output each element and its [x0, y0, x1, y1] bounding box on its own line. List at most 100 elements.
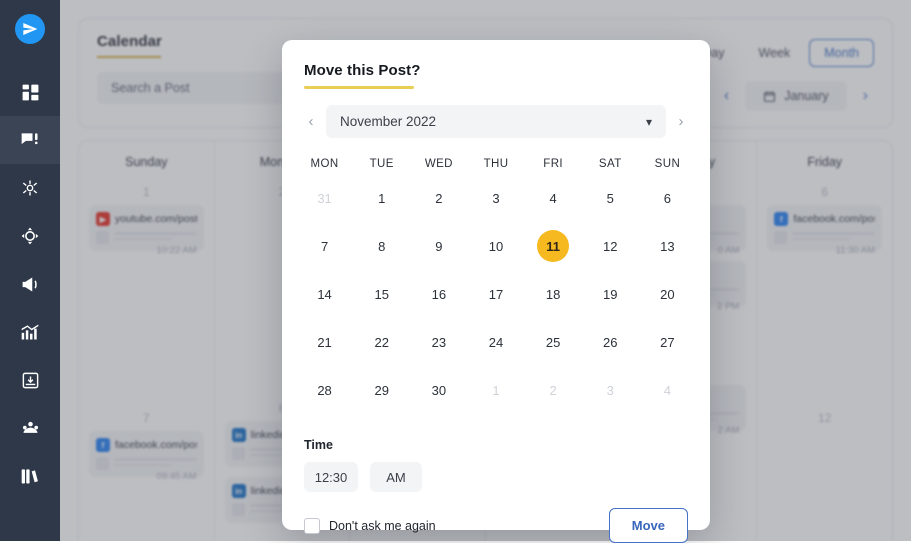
date-label: 2	[549, 382, 557, 398]
date-cell[interactable]: 22	[353, 322, 410, 362]
date-label: 17	[488, 286, 504, 302]
app-logo[interactable]	[15, 14, 45, 44]
date-label: 19	[603, 286, 618, 302]
date-week-row: 7 8 9 10 11 12 13	[282, 226, 710, 266]
weekday-sat: SAT	[598, 158, 622, 170]
date-cell[interactable]: 6	[639, 178, 696, 218]
time-section-label: Time	[304, 438, 333, 452]
date-label: 13	[660, 238, 675, 254]
date-cell[interactable]: 3	[582, 370, 639, 410]
date-cell[interactable]: 1	[467, 370, 524, 410]
next-month-button[interactable]: ›	[674, 114, 688, 129]
dialog-header: Move this Post?	[282, 40, 710, 89]
library-books-icon	[21, 469, 38, 484]
date-cell[interactable]: 29	[353, 370, 410, 410]
time-fields: 12:30 AM	[304, 462, 688, 492]
date-label: 1	[492, 382, 500, 398]
date-label: 22	[374, 334, 389, 350]
sidebar-item-engage[interactable]	[0, 116, 60, 164]
move-button[interactable]: Move	[608, 508, 688, 543]
date-cell[interactable]: 23	[410, 322, 467, 362]
date-cell[interactable]: 7	[296, 226, 353, 266]
date-cell[interactable]: 25	[525, 322, 582, 362]
date-cell[interactable]: 30	[410, 370, 467, 410]
comments-icon	[21, 133, 38, 145]
date-cell[interactable]: 4	[639, 370, 696, 410]
date-label: 30	[431, 382, 447, 398]
date-label: 31	[317, 190, 332, 206]
date-cell[interactable]: 20	[639, 274, 696, 314]
date-cell[interactable]: 24	[467, 322, 524, 362]
dashboard-grid-icon	[22, 84, 38, 100]
date-label: 23	[431, 334, 447, 350]
date-cell[interactable]: 19	[582, 274, 639, 314]
prev-month-button[interactable]: ‹	[304, 114, 318, 129]
date-label: 29	[374, 382, 389, 398]
sidebar-item-analytics[interactable]	[0, 308, 60, 356]
date-label: 20	[660, 286, 675, 302]
date-cell[interactable]: 27	[639, 322, 696, 362]
dont-ask-again-row[interactable]: Don't ask me again	[304, 517, 436, 534]
date-label: 24	[488, 334, 504, 350]
date-cell[interactable]: 15	[353, 274, 410, 314]
date-label: 1	[378, 190, 386, 206]
date-label: 10	[488, 238, 504, 254]
team-icon	[22, 421, 38, 433]
dont-ask-again-label: Don't ask me again	[329, 518, 436, 533]
dialog-footer: Don't ask me again Move	[282, 492, 710, 543]
sidebar-item-network[interactable]	[0, 164, 60, 212]
weekday-tue: TUE	[369, 158, 394, 170]
date-cell-selected[interactable]: 11	[525, 226, 582, 266]
date-week-row: 31 1 2 3 4 5 6	[282, 178, 710, 218]
date-label: 14	[317, 286, 332, 302]
date-cell[interactable]: 17	[467, 274, 524, 314]
sidebar-item-promote[interactable]	[0, 260, 60, 308]
left-sidebar	[0, 0, 60, 541]
weekday-wed: WED	[424, 158, 453, 170]
date-cell[interactable]: 16	[410, 274, 467, 314]
month-year-select[interactable]: November 2022 ▾	[326, 105, 666, 138]
sidebar-item-library[interactable]	[0, 452, 60, 500]
date-cell[interactable]: 2	[525, 370, 582, 410]
sidebar-item-dashboard[interactable]	[0, 68, 60, 116]
date-cell[interactable]: 26	[582, 322, 639, 362]
dialog-title: Move this Post?	[304, 62, 421, 79]
date-cell[interactable]: 5	[582, 178, 639, 218]
date-week-row: 28 29 30 1 2 3 4	[282, 370, 710, 410]
date-cell[interactable]: 28	[296, 370, 353, 410]
date-cell[interactable]: 13	[639, 226, 696, 266]
date-cell[interactable]: 10	[467, 226, 524, 266]
date-cell[interactable]: 21	[296, 322, 353, 362]
sidebar-item-inbox[interactable]	[0, 356, 60, 404]
dont-ask-again-checkbox[interactable]	[304, 517, 320, 534]
date-label: 18	[545, 286, 561, 302]
target-move-icon	[21, 227, 39, 245]
time-section: Time 12:30 AM	[282, 422, 710, 492]
date-label: 8	[378, 238, 386, 254]
weekday-fri: FRI	[543, 158, 563, 170]
time-hour-minute-input[interactable]: 12:30	[304, 462, 358, 492]
date-week-row: 14 15 16 17 18 19 20	[282, 274, 710, 314]
date-label: 27	[660, 334, 675, 350]
bar-chart-icon	[21, 324, 39, 340]
date-cell[interactable]: 31	[296, 178, 353, 218]
date-cell[interactable]: 4	[525, 178, 582, 218]
date-label: 7	[320, 238, 329, 254]
date-cell[interactable]: 3	[467, 178, 524, 218]
date-cell[interactable]: 2	[410, 178, 467, 218]
date-label: 11	[537, 230, 570, 262]
date-cell[interactable]: 9	[410, 226, 467, 266]
sidebar-item-publish[interactable]	[0, 212, 60, 260]
date-cell[interactable]: 1	[353, 178, 410, 218]
date-label: 16	[431, 286, 447, 302]
month-picker-row: ‹ November 2022 ▾ ›	[282, 89, 710, 138]
date-label: 4	[663, 382, 672, 398]
date-cell[interactable]: 18	[525, 274, 582, 314]
date-cell[interactable]: 8	[353, 226, 410, 266]
weekday-header-row: MON TUE WED THU FRI SAT SUN	[282, 158, 710, 170]
date-label: 15	[374, 286, 389, 302]
date-cell[interactable]: 12	[582, 226, 639, 266]
date-cell[interactable]: 14	[296, 274, 353, 314]
sidebar-item-team[interactable]	[0, 404, 60, 452]
time-meridiem-select[interactable]: AM	[370, 462, 422, 492]
